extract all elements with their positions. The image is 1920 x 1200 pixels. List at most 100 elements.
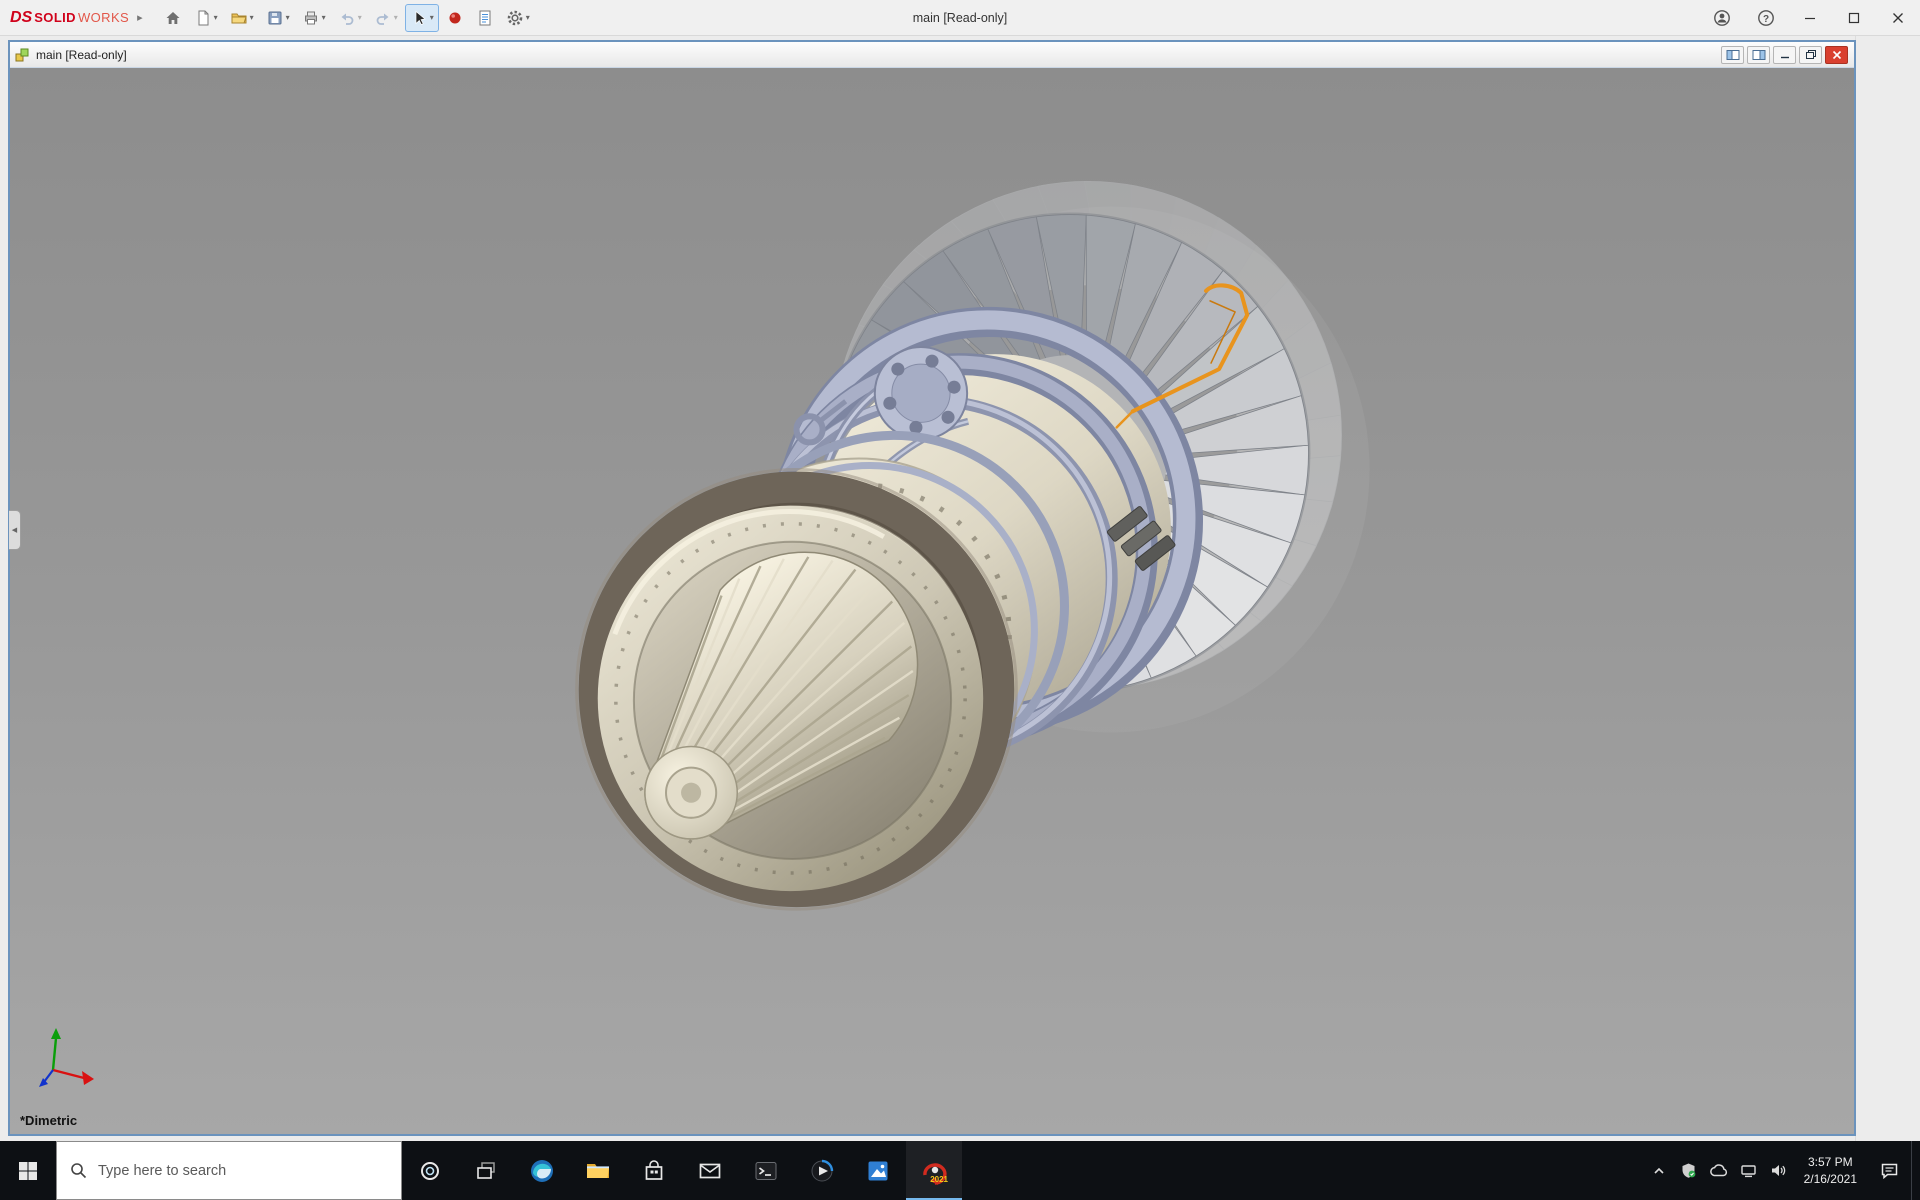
toolbar-expand-button[interactable]: ▸ [137, 11, 143, 24]
assembly-document-icon [14, 47, 30, 63]
undo-button[interactable]: ▾ [333, 4, 367, 32]
pane-left-icon [1726, 49, 1740, 61]
select-cursor-icon [410, 9, 428, 27]
undo-icon [338, 9, 356, 27]
taskbar: Type here to search [0, 1141, 1920, 1200]
app-titlebar: DS SOLID WORKS ▸ ▾ ▾ [0, 0, 1920, 36]
select-button[interactable]: ▾ [405, 4, 439, 32]
doc-restore-button[interactable] [1799, 46, 1822, 64]
close-icon [1892, 12, 1904, 24]
maximize-icon [1848, 12, 1860, 24]
minimize-button[interactable] [1788, 0, 1832, 35]
chevron-down-icon[interactable]: ▾ [286, 13, 290, 22]
chevron-up-icon [1652, 1164, 1666, 1178]
maximize-button[interactable] [1832, 0, 1876, 35]
window-pane-left-button[interactable] [1721, 46, 1744, 64]
edge-icon [528, 1157, 556, 1185]
windows-logo-icon [17, 1160, 39, 1182]
3d-viewport[interactable]: *Dimetric [10, 68, 1854, 1134]
system-tray: 3:57 PM 2/16/2021 [1644, 1141, 1920, 1200]
file-properties-button[interactable] [471, 4, 499, 32]
show-desktop-button[interactable] [1911, 1141, 1920, 1200]
taskbar-clock[interactable]: 3:57 PM 2/16/2021 [1794, 1154, 1867, 1186]
document-title: main [Read-only] [36, 48, 127, 62]
task-pane-collapsed[interactable] [1855, 36, 1920, 1141]
doc-close-button[interactable] [1825, 46, 1848, 64]
engine-3d-model[interactable] [10, 68, 1854, 1134]
taskbar-icon-photos[interactable] [850, 1141, 906, 1200]
photos-icon [865, 1158, 891, 1184]
taskbar-search-input[interactable]: Type here to search [56, 1141, 402, 1200]
close-button[interactable] [1876, 0, 1920, 35]
mail-icon [697, 1158, 723, 1184]
tray-onedrive-button[interactable] [1704, 1141, 1734, 1200]
panel-flyout-handle[interactable]: ◀ [9, 510, 21, 550]
options-gear-icon [506, 9, 524, 27]
tray-security-button[interactable] [1674, 1141, 1704, 1200]
action-center-button[interactable] [1867, 1141, 1911, 1200]
tray-network-button[interactable] [1734, 1141, 1764, 1200]
open-button[interactable]: ▾ [225, 4, 259, 32]
account-button[interactable] [1700, 0, 1744, 35]
file-explorer-icon [584, 1157, 612, 1185]
chevron-down-icon[interactable]: ▾ [430, 13, 434, 22]
store-icon [641, 1158, 667, 1184]
taskbar-icon-file-explorer[interactable] [570, 1141, 626, 1200]
ds-logo-mark: DS [10, 9, 32, 27]
help-button[interactable]: ? [1744, 0, 1788, 35]
orientation-triad [36, 1026, 100, 1092]
chevron-down-icon[interactable]: ▾ [250, 13, 254, 22]
tray-chevron-button[interactable] [1644, 1141, 1674, 1200]
chevron-down-icon[interactable]: ▾ [394, 13, 398, 22]
app-window-controls: ? [1700, 0, 1920, 35]
taskbar-icon-media-player[interactable] [794, 1141, 850, 1200]
chevron-down-icon[interactable]: ▾ [358, 13, 362, 22]
taskbar-icon-console[interactable] [738, 1141, 794, 1200]
cortana-icon [419, 1160, 441, 1182]
chevron-down-icon[interactable]: ▾ [322, 13, 326, 22]
svg-text:?: ? [1763, 14, 1769, 25]
close-icon [1832, 50, 1842, 60]
tray-volume-button[interactable] [1764, 1141, 1794, 1200]
minimize-icon [1804, 12, 1816, 24]
taskbar-icon-edge[interactable] [514, 1141, 570, 1200]
notification-bubble-icon [1880, 1162, 1899, 1179]
cloud-icon [1709, 1163, 1728, 1178]
speaker-icon [1770, 1163, 1787, 1178]
solidworks-version-badge: 2021 [930, 1175, 948, 1184]
minimize-icon [1779, 50, 1791, 60]
view-orientation-label: *Dimetric [20, 1113, 77, 1128]
redo-button[interactable]: ▾ [369, 4, 403, 32]
search-icon [70, 1162, 87, 1179]
screen: DS SOLID WORKS ▸ ▾ ▾ [0, 0, 1920, 1200]
taskbar-icon-mail[interactable] [682, 1141, 738, 1200]
print-button[interactable]: ▾ [297, 4, 331, 32]
quick-access-toolbar: ▾ ▾ ▾ ▾ [159, 4, 535, 32]
task-view-button[interactable] [458, 1141, 514, 1200]
save-button[interactable]: ▾ [261, 4, 295, 32]
clock-date: 2/16/2021 [1804, 1171, 1857, 1187]
taskbar-icon-solidworks[interactable]: 2021 [906, 1141, 962, 1200]
record-macro-button[interactable] [441, 4, 469, 32]
new-document-icon [194, 9, 212, 27]
clock-time: 3:57 PM [1804, 1154, 1857, 1170]
record-sphere-icon [446, 9, 464, 27]
redo-icon [374, 9, 392, 27]
home-button[interactable] [159, 4, 187, 32]
new-document-button[interactable]: ▾ [189, 4, 223, 32]
window-pane-right-button[interactable] [1747, 46, 1770, 64]
start-button[interactable] [0, 1141, 56, 1200]
doc-minimize-button[interactable] [1773, 46, 1796, 64]
pane-right-icon [1752, 49, 1766, 61]
print-icon [302, 9, 320, 27]
restore-icon [1805, 49, 1817, 60]
chevron-down-icon[interactable]: ▾ [526, 13, 530, 22]
cortana-button[interactable] [402, 1141, 458, 1200]
taskbar-icon-store[interactable] [626, 1141, 682, 1200]
chevron-down-icon[interactable]: ▾ [214, 13, 218, 22]
document-titlebar[interactable]: main [Read-only] [10, 42, 1854, 68]
console-icon [753, 1158, 779, 1184]
document-window: main [Read-only] [8, 40, 1856, 1136]
media-player-icon [809, 1158, 835, 1184]
options-button[interactable]: ▾ [501, 4, 535, 32]
